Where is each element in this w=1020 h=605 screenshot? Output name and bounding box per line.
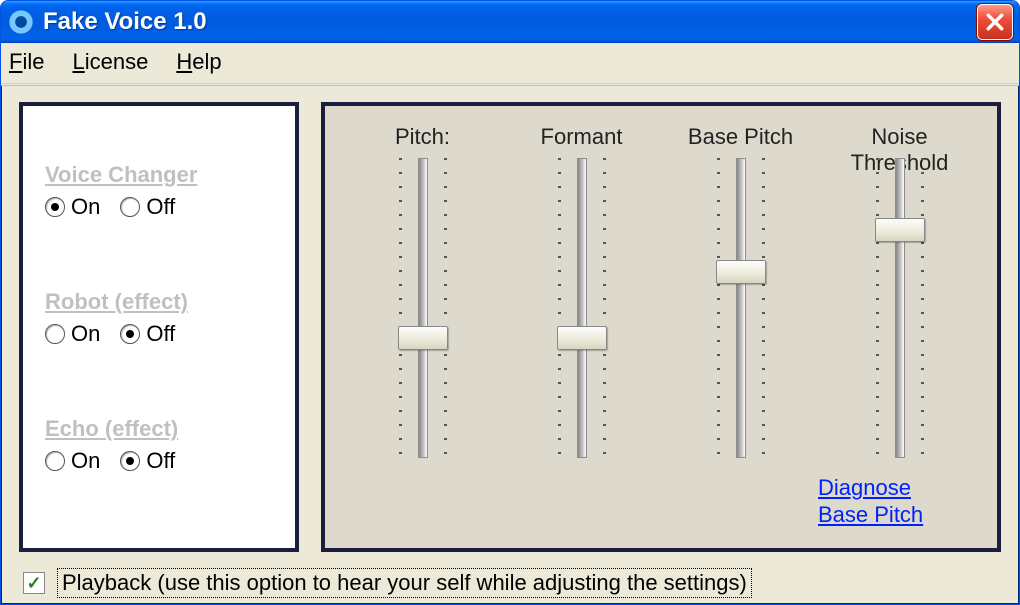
title-bar: Fake Voice 1.0: [1, 1, 1019, 43]
noise-label: Noise Threshold: [830, 124, 970, 152]
menu-file[interactable]: File: [9, 49, 44, 75]
pitch-slider-col: Pitch:: [353, 124, 493, 538]
noise-slider[interactable]: [870, 158, 930, 458]
diagnose-basepitch-link[interactable]: Diagnose Base Pitch: [818, 475, 923, 528]
formant-slider-col: Formant: [512, 124, 652, 538]
off-label: Off: [146, 321, 175, 347]
pitch-label: Pitch:: [395, 124, 450, 152]
slider-thumb[interactable]: [557, 326, 607, 350]
slider-track: [736, 158, 746, 458]
robot-off[interactable]: Off: [120, 321, 175, 347]
echo-off[interactable]: Off: [120, 448, 175, 474]
basepitch-slider[interactable]: [711, 158, 771, 458]
radio-icon: [45, 451, 65, 471]
app-icon: [7, 8, 35, 36]
close-button[interactable]: [977, 4, 1013, 40]
slider-track: [418, 158, 428, 458]
app-window: Fake Voice 1.0 File License Help Voice C…: [0, 0, 1020, 605]
robot-effect-label: Robot (effect): [45, 289, 273, 315]
radio-icon: [45, 197, 65, 217]
voice-changer-label: Voice Changer: [45, 162, 273, 188]
client-area: Voice Changer On Off Robot (effect): [1, 94, 1019, 562]
radio-icon: [120, 451, 140, 471]
slider-thumb[interactable]: [875, 218, 925, 242]
radio-icon: [45, 324, 65, 344]
voice-changer-on[interactable]: On: [45, 194, 100, 220]
echo-on[interactable]: On: [45, 448, 100, 474]
playback-checkbox[interactable]: [23, 572, 45, 594]
menu-help[interactable]: Help: [176, 49, 221, 75]
slider-thumb[interactable]: [398, 326, 448, 350]
slider-track: [895, 158, 905, 458]
window-title: Fake Voice 1.0: [43, 8, 977, 36]
menu-license[interactable]: License: [72, 49, 148, 75]
effects-panel: Voice Changer On Off Robot (effect): [19, 102, 299, 552]
basepitch-label: Base Pitch: [688, 124, 793, 152]
slider-track: [577, 158, 587, 458]
voice-changer-off[interactable]: Off: [120, 194, 175, 220]
slider-thumb[interactable]: [716, 260, 766, 284]
pitch-slider[interactable]: [393, 158, 453, 458]
radio-icon: [120, 324, 140, 344]
formant-label: Formant: [541, 124, 623, 152]
basepitch-slider-col: Base Pitch: [671, 124, 811, 538]
voice-changer-group: Voice Changer On Off: [45, 162, 273, 220]
off-label: Off: [146, 194, 175, 220]
on-label: On: [71, 194, 100, 220]
radio-icon: [120, 197, 140, 217]
on-label: On: [71, 448, 100, 474]
sliders-panel: Pitch: Formant Base: [321, 102, 1001, 552]
formant-slider[interactable]: [552, 158, 612, 458]
robot-effect-group: Robot (effect) On Off: [45, 289, 273, 347]
menu-bar: File License Help: [1, 43, 1019, 84]
playback-row: Playback (use this option to hear your s…: [1, 562, 1019, 605]
echo-effect-label: Echo (effect): [45, 416, 273, 442]
on-label: On: [71, 321, 100, 347]
close-icon: [986, 13, 1004, 31]
slider-area: Pitch: Formant Base: [343, 120, 979, 538]
menu-separator: [1, 84, 1019, 86]
off-label: Off: [146, 448, 175, 474]
echo-effect-group: Echo (effect) On Off: [45, 416, 273, 474]
robot-on[interactable]: On: [45, 321, 100, 347]
playback-label: Playback (use this option to hear your s…: [57, 568, 752, 598]
